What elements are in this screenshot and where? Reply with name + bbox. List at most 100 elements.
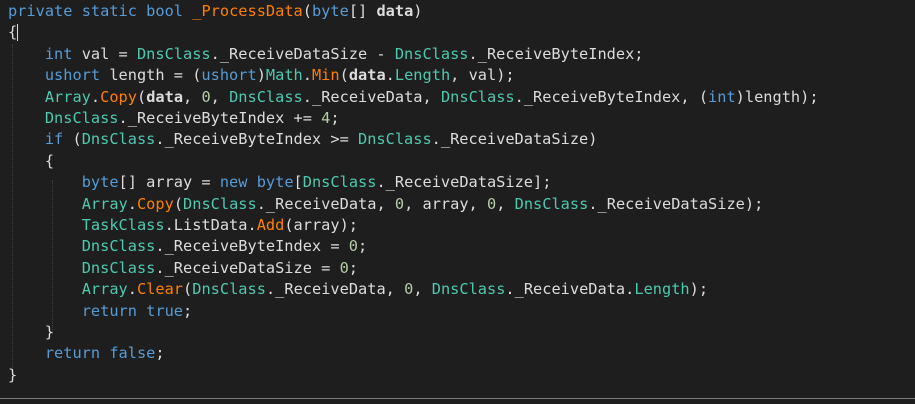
code-token: bool	[146, 2, 184, 20]
code-token: .ListData.	[164, 216, 257, 234]
code-token: ._ReceiveDataSize =	[155, 258, 340, 277]
code-token: [	[293, 173, 303, 192]
code-token: ._ReceiveByteIndex >=	[155, 130, 358, 149]
code-token: ._ReceiveByteIndex +=	[118, 109, 322, 127]
code-line: {	[8, 21, 19, 43]
code-token: Array	[44, 87, 91, 106]
code-token: ._ReceiveByteIndex;	[468, 44, 644, 63]
code-token: .	[127, 280, 137, 299]
code-token: DnsClass	[440, 87, 515, 106]
code-token: ._ReceiveDataSize)	[431, 130, 598, 149]
code-token: return	[81, 301, 137, 320]
code-line: int val = DnsClass._ReceiveDataSize - Dn…	[8, 43, 644, 65]
code-token: (	[339, 66, 349, 85]
code-token: }	[8, 365, 18, 384]
code-line: if (DnsClass._ReceiveByteIndex >= DnsCla…	[8, 128, 598, 150]
code-token: (	[302, 2, 312, 20]
code-token: .	[385, 66, 395, 85]
code-token: (array);	[284, 216, 359, 234]
code-token: ._ReceiveByteIndex, (	[514, 87, 709, 106]
code-token: byte	[256, 173, 294, 192]
code-token: ._ReceiveData,	[256, 194, 395, 213]
code-token: [] array =	[118, 173, 220, 192]
code-token: Array	[81, 194, 128, 213]
code-line: }	[8, 321, 54, 343]
code-token: DnsClass	[229, 87, 303, 106]
code-token: true	[146, 301, 184, 320]
code-token: data	[348, 66, 386, 85]
text-cursor	[17, 24, 19, 42]
code-token: val =	[72, 44, 137, 63]
code-token: 0	[339, 258, 349, 277]
code-token: _ProcessData	[192, 2, 303, 20]
code-line: Array.Clear(DnsClass._ReceiveData, 0, Dn…	[8, 278, 708, 300]
code-token: (	[173, 194, 184, 213]
code-token: (	[183, 280, 193, 299]
code-token: ._ReceiveByteIndex =	[155, 237, 349, 256]
code-token: ushort	[201, 66, 257, 85]
code-token: ;	[330, 109, 340, 127]
code-token: Min	[311, 66, 340, 85]
code-token: Array	[81, 280, 128, 299]
code-token: TaskClass	[81, 216, 165, 234]
code-token: Math	[265, 66, 303, 85]
code-line: private static bool _ProcessData(byte[] …	[8, 0, 423, 22]
code-token: data	[376, 2, 414, 20]
code-token: private	[8, 2, 73, 20]
code-token: data	[146, 87, 184, 106]
code-token: DnsClass	[192, 280, 266, 299]
code-token: Add	[256, 216, 285, 234]
code-token: int	[44, 44, 73, 63]
code-token: ._ReceiveData.	[505, 280, 635, 299]
code-token: ._ReceiveData,	[302, 87, 441, 106]
code-token: )	[256, 66, 266, 85]
code-token: DnsClass	[514, 194, 589, 213]
code-line: byte[] array = new byte[DnsClass._Receiv…	[8, 171, 552, 193]
code-token: ;	[155, 344, 165, 363]
code-token: byte	[81, 173, 119, 192]
code-token: false	[109, 344, 156, 363]
code-token: Length	[634, 280, 690, 299]
code-line: return true;	[8, 300, 193, 322]
code-token: ;	[358, 237, 368, 256]
code-line: TaskClass.ListData.Add(array);	[8, 214, 358, 236]
code-token: ,	[183, 87, 202, 106]
code-token: ._ReceiveData,	[265, 280, 405, 299]
code-line: DnsClass._ReceiveByteIndex += 4;	[8, 107, 340, 129]
code-token: 4	[321, 109, 331, 127]
code-token: DnsClass	[302, 173, 377, 192]
code-token: 0	[394, 194, 405, 213]
code-token: ,	[413, 280, 432, 299]
code-token: int	[708, 87, 736, 106]
code-token: DnsClass	[136, 44, 211, 63]
code-token: ;	[183, 301, 193, 320]
code-token: return	[44, 344, 101, 363]
code-line: Array.Copy(data, 0, DnsClass._ReceiveDat…	[8, 86, 819, 108]
code-token: Clear	[136, 280, 184, 299]
code-token: ,	[210, 87, 230, 106]
code-token: Copy	[100, 87, 137, 106]
code-token: )	[413, 2, 423, 20]
code-token: , val);	[450, 66, 515, 85]
code-editor[interactable]: private static bool _ProcessData(byte[] …	[0, 0, 915, 404]
code-token: ._ReceiveDataSize];	[376, 173, 552, 192]
code-token: ._ReceiveDataSize);	[588, 194, 764, 213]
code-token: static	[81, 2, 137, 20]
code-token: (	[136, 87, 147, 106]
code-token: DnsClass	[357, 130, 432, 149]
code-token: , array,	[404, 194, 487, 213]
code-token: .	[90, 87, 101, 106]
